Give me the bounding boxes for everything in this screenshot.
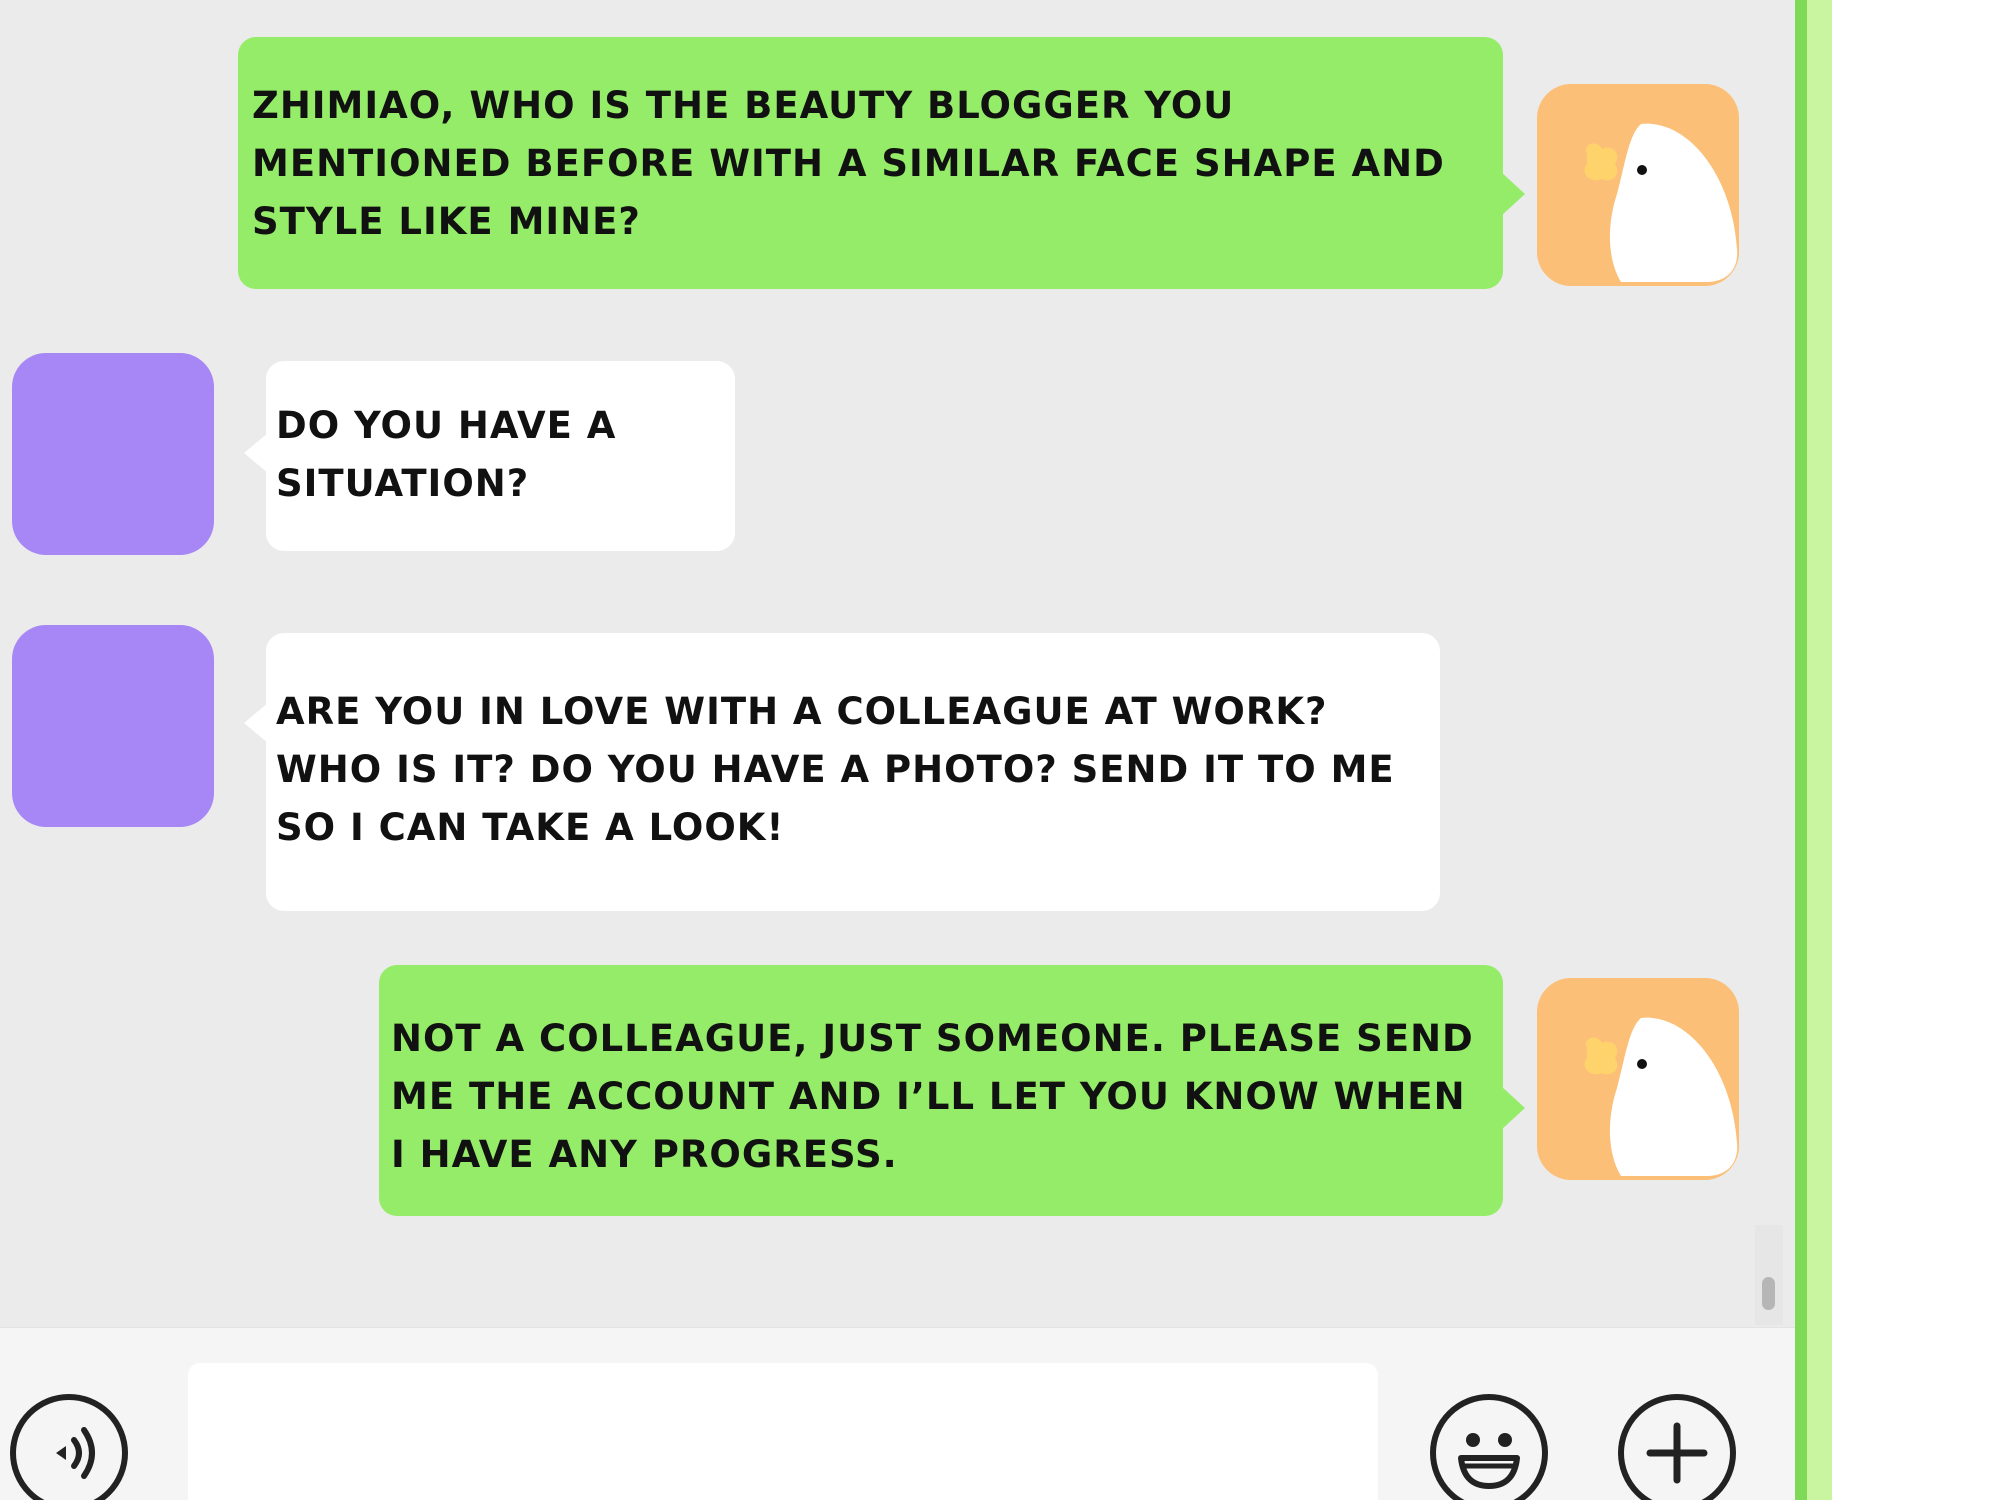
chick-avatar-icon [1584,1017,1738,1176]
message-bubble-sent[interactable]: NOT A COLLEAGUE, JUST SOMEONE. PLEASE SE… [379,965,1525,1216]
scrollbar-track [1755,1225,1783,1325]
message-text: NOT A COLLEAGUE, JUST SOMEONE. PLEASE SE… [391,1017,1474,1176]
emoji-button[interactable] [1430,1394,1548,1500]
message-bubble-received[interactable]: DO YOU HAVE A SITUATION? [244,361,735,551]
voice-icon [56,1427,95,1479]
add-button[interactable] [1618,1394,1736,1500]
window-border-highlight [1807,0,1832,1500]
chick-avatar-icon [1584,123,1738,282]
message-text: ZHIMIAO, WHO IS THE BEAUTY BLOGGER YOU M… [252,84,1445,243]
contact-avatar[interactable] [12,625,214,827]
scrollbar-thumb[interactable] [1762,1277,1775,1310]
message-text: DO YOU HAVE A SITUATION? [276,404,617,505]
contact-avatar[interactable] [12,353,214,555]
my-avatar[interactable] [1537,84,1739,286]
window-border [1795,0,1807,1500]
voice-button[interactable] [10,1394,128,1500]
plus-icon [1646,1422,1708,1484]
blank-area [1832,0,2000,1500]
emoji-icon [1458,1433,1520,1489]
my-avatar[interactable] [1537,978,1739,1180]
message-bubble-received[interactable]: ARE YOU IN LOVE WITH A COLLEAGUE AT WORK… [244,633,1440,911]
chat-panel: ZHIMIAO, WHO IS THE BEAUTY BLOGGER YOU M… [0,0,1795,1500]
message-bubble-sent[interactable]: ZHIMIAO, WHO IS THE BEAUTY BLOGGER YOU M… [238,37,1525,289]
message-input[interactable] [188,1363,1378,1500]
message-text: ARE YOU IN LOVE WITH A COLLEAGUE AT WORK… [276,690,1395,849]
